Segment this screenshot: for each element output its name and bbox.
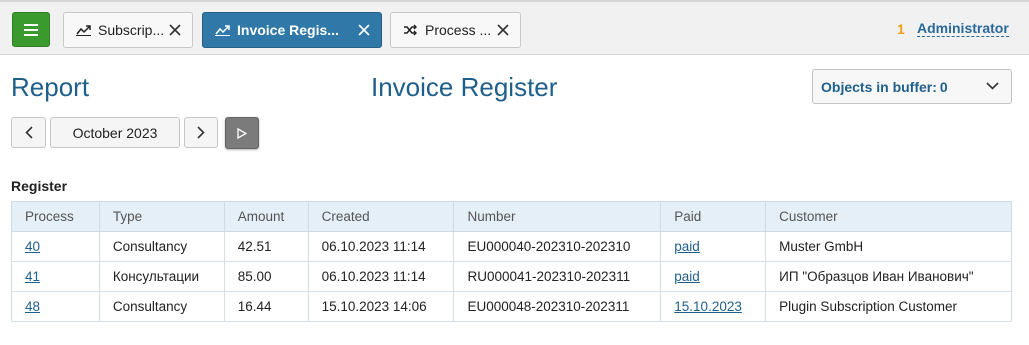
trend-chart-icon (215, 23, 231, 37)
column-header[interactable]: Paid (660, 201, 767, 232)
close-icon[interactable] (168, 23, 182, 37)
chevron-right-icon (197, 126, 205, 139)
created-cell: 06.10.2023 11:14 (307, 231, 455, 262)
customer-cell: Plugin Subscription Customer (765, 291, 1012, 322)
created-cell: 15.10.2023 14:06 (307, 291, 455, 322)
tab-label: Invoice Regis... (237, 22, 339, 38)
report-label: Report (11, 72, 90, 102)
chevron-left-icon (24, 126, 33, 139)
chevron-down-icon (986, 82, 999, 90)
buffer-label: Objects in buffer: (821, 79, 937, 95)
period-selector[interactable]: October 2023 (50, 117, 180, 148)
tab-label: Process ... (425, 22, 492, 38)
tab-subscriptions[interactable]: Subscrip... (63, 12, 193, 48)
close-icon[interactable] (496, 23, 510, 37)
run-report-button[interactable] (225, 117, 259, 149)
paid-link[interactable]: 15.10.2023 (674, 299, 742, 314)
previous-period-button[interactable] (11, 117, 46, 148)
process-link[interactable]: 41 (25, 269, 40, 284)
user-menu-link[interactable]: Administrator (917, 21, 1009, 37)
customer-cell: Muster GmbH (765, 231, 1012, 262)
trend-chart-icon (76, 23, 92, 37)
column-header[interactable]: Customer (765, 201, 1012, 232)
table-row: 40 Consultancy 42.51 06.10.2023 11:14 EU… (11, 231, 1012, 262)
process-link[interactable]: 48 (25, 299, 40, 314)
created-cell: 06.10.2023 11:14 (307, 261, 455, 292)
play-icon (237, 127, 247, 139)
table-row: 41 Консультации 85.00 06.10.2023 11:14 R… (11, 261, 1012, 292)
amount-cell: 85.00 (223, 261, 309, 292)
type-cell: Consultancy (98, 231, 225, 262)
amount-cell: 42.51 (223, 231, 309, 262)
register-table: Process Type Amount Created Number Paid … (11, 201, 1012, 322)
column-header[interactable]: Created (307, 201, 455, 232)
shuffle-icon (403, 23, 419, 37)
tab-process[interactable]: Process ... (390, 12, 521, 48)
type-cell: Consultancy (98, 291, 225, 322)
table-row: 48 Consultancy 16.44 15.10.2023 14:06 EU… (11, 291, 1012, 322)
column-header[interactable]: Type (98, 201, 225, 232)
number-cell: EU000048-202310-202311 (453, 291, 662, 322)
objects-buffer-dropdown[interactable]: Objects in buffer: 0 (812, 69, 1012, 104)
close-icon[interactable] (357, 23, 371, 37)
column-header[interactable]: Amount (223, 201, 309, 232)
top-bar: Subscrip... Invoice Regis... Process ...… (0, 0, 1029, 55)
column-header[interactable]: Number (453, 201, 662, 232)
hamburger-icon (24, 23, 38, 36)
paid-link[interactable]: paid (674, 269, 700, 284)
column-header[interactable]: Process (11, 201, 100, 232)
tab-invoice-register[interactable]: Invoice Regis... (202, 12, 382, 48)
number-cell: RU000041-202310-202311 (453, 261, 662, 292)
paid-link[interactable]: paid (674, 239, 700, 254)
register-title: Register (11, 178, 68, 194)
customer-cell: ИП "Образцов Иван Иванович" (765, 261, 1012, 292)
main-menu-button[interactable] (12, 12, 50, 47)
process-link[interactable]: 40 (25, 239, 40, 254)
tab-label: Subscrip... (98, 22, 165, 38)
amount-cell: 16.44 (223, 291, 309, 322)
page-title: Invoice Register (371, 72, 558, 102)
number-cell: EU000040-202310-202310 (453, 231, 662, 262)
next-period-button[interactable] (184, 117, 218, 148)
notification-count[interactable]: 1 (897, 21, 905, 37)
buffer-count: 0 (939, 79, 948, 95)
type-cell: Консультации (98, 261, 225, 292)
table-header-row: Process Type Amount Created Number Paid … (11, 201, 1012, 232)
